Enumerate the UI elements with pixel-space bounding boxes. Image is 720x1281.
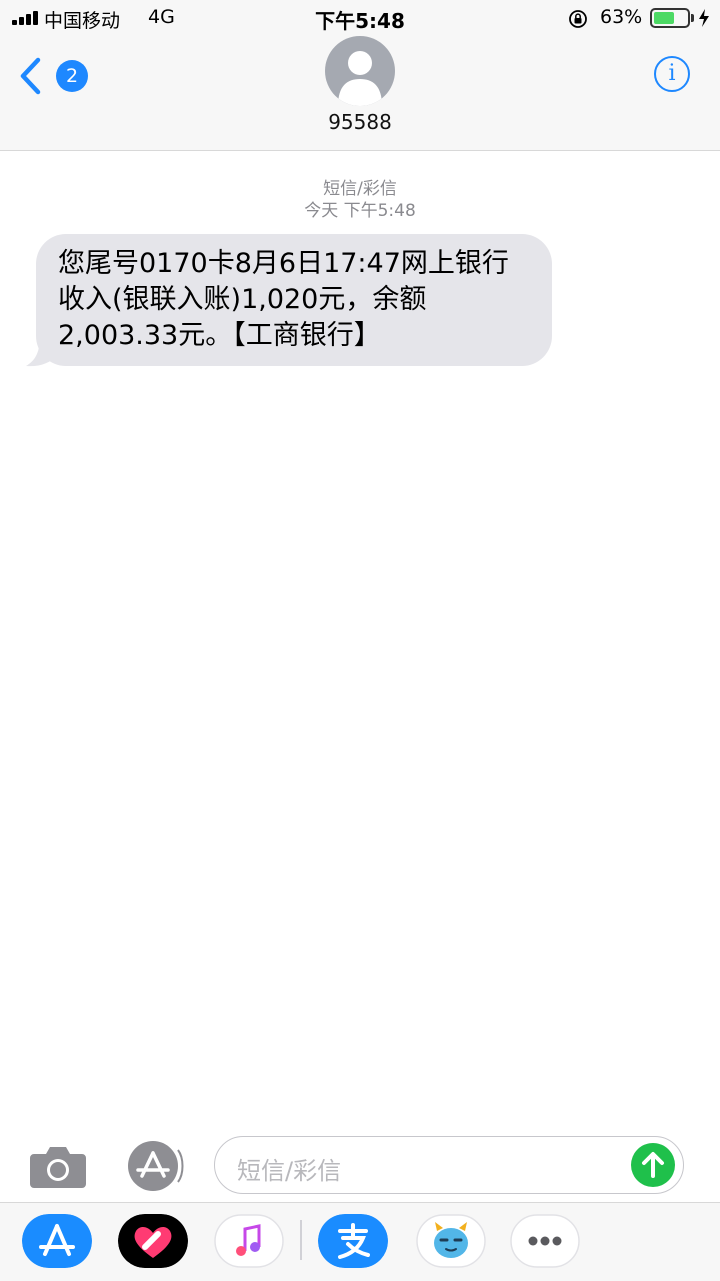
music-icon — [214, 1214, 284, 1268]
unread-count-badge: 2 — [56, 60, 88, 92]
send-button[interactable] — [631, 1143, 675, 1187]
message-bubble-body: 您尾号0170卡8月6日17:47网上银行 收入(银联入账)1,020元，余额 … — [36, 234, 552, 366]
incoming-message-bubble[interactable]: 您尾号0170卡8月6日17:47网上银行 收入(银联入账)1,020元，余额 … — [26, 234, 552, 368]
more-icon — [510, 1214, 580, 1268]
alipay-icon — [318, 1214, 388, 1268]
drawer-sticker[interactable] — [416, 1214, 486, 1268]
info-button[interactable]: i — [654, 56, 690, 92]
app-store-button-icon[interactable] — [122, 1140, 184, 1192]
app-store-icon — [22, 1214, 92, 1268]
message-input[interactable]: 短信/彩信 — [214, 1136, 684, 1194]
back-button[interactable]: 2 — [18, 56, 88, 96]
arrow-up-icon — [642, 1152, 664, 1178]
drawer-app-store[interactable] — [22, 1214, 92, 1268]
camera-icon[interactable] — [30, 1144, 86, 1188]
drawer-music[interactable] — [214, 1214, 284, 1268]
drawer-divider — [300, 1220, 302, 1260]
message-text: 您尾号0170卡8月6日17:47网上银行 收入(银联入账)1,020元，余额 … — [58, 248, 509, 351]
drawer-more[interactable] — [510, 1214, 580, 1268]
battery-percentage: 63% — [600, 6, 643, 28]
contact-name[interactable]: 95588 — [0, 110, 720, 134]
battery-tip — [691, 14, 694, 22]
chevron-left-icon — [20, 57, 41, 95]
message-timestamp: 今天 下午5:48 — [304, 201, 416, 221]
person-silhouette-icon — [338, 51, 382, 106]
charging-bolt-icon — [699, 9, 709, 27]
drawer-alipay[interactable] — [318, 1214, 388, 1268]
status-bar: 中国移动 4G 下午5:48 63% — [0, 0, 720, 36]
contact-avatar[interactable] — [325, 36, 395, 106]
orientation-lock-icon — [569, 10, 587, 28]
battery-icon — [650, 8, 690, 28]
input-placeholder: 短信/彩信 — [237, 1157, 342, 1185]
drawer-digital-touch[interactable] — [118, 1214, 188, 1268]
sticker-icon — [416, 1214, 486, 1268]
digital-touch-icon — [118, 1214, 188, 1268]
